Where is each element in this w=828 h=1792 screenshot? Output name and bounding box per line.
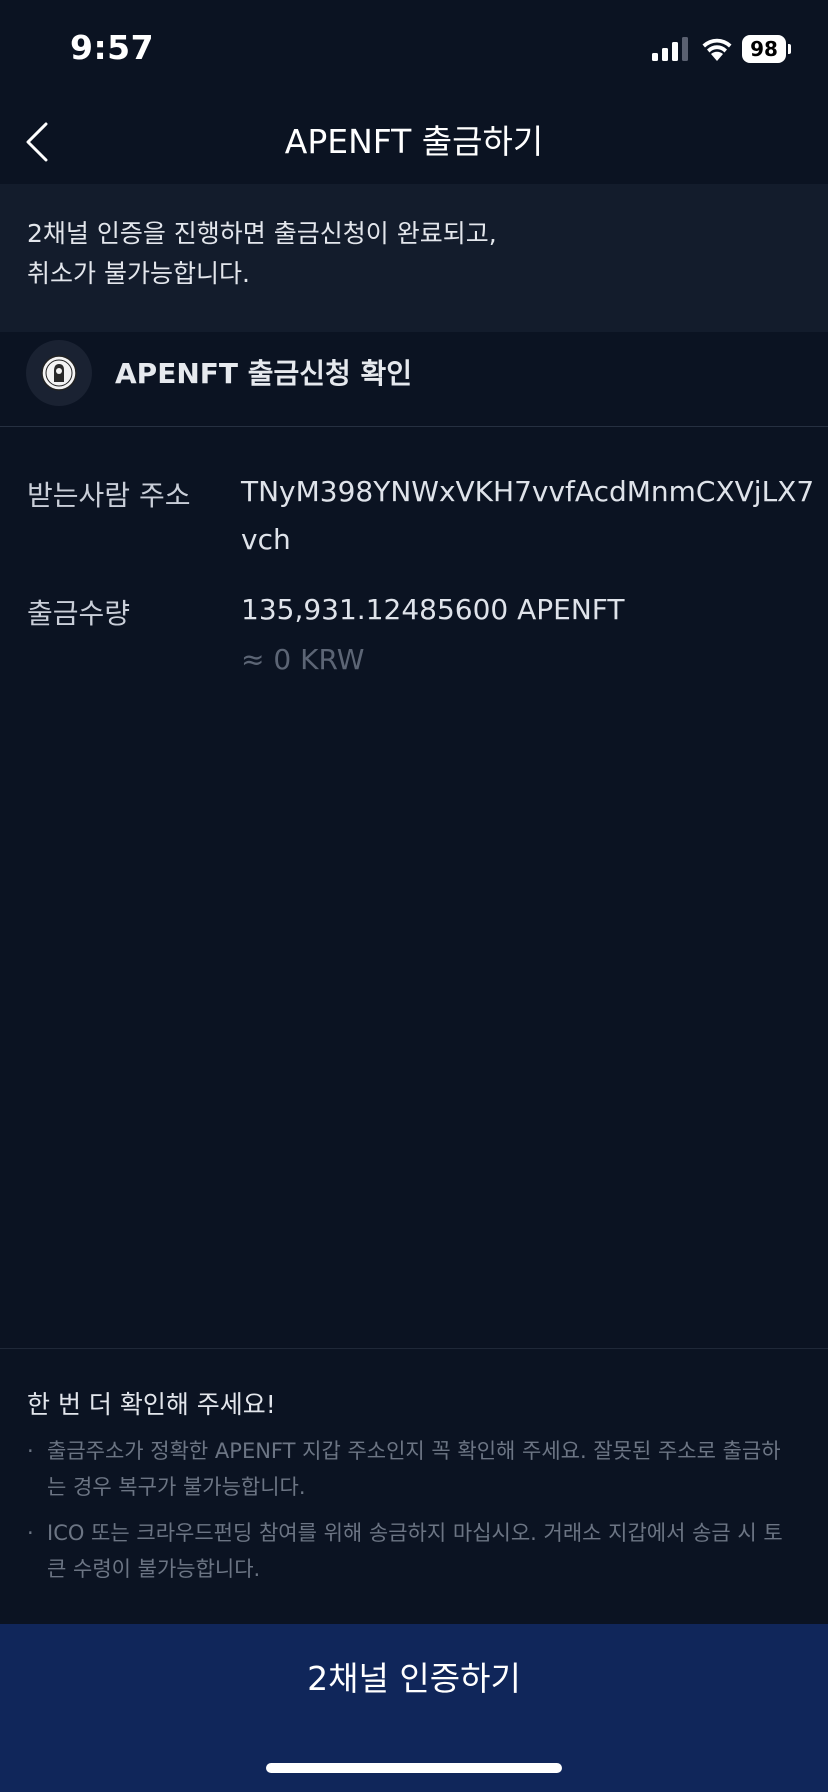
notice-text: 2채널 인증을 진행하면 출금신청이 완료되고, 취소가 불가능합니다. <box>27 219 497 288</box>
page-title: APENFT 출금하기 <box>284 122 544 161</box>
recipient-address: TNyM398YNWxVKH7vvfAcdMnmCXVjLX7vch <box>241 475 815 556</box>
status-time: 9:57 <box>70 28 155 67</box>
chevron-left-icon <box>26 122 48 162</box>
wifi-icon <box>702 38 732 61</box>
bullet: · <box>27 1521 34 1545</box>
warning-item: · ICO 또는 크라우드펀딩 참여를 위해 송금하지 마십시오. 거래소 지갑… <box>27 1515 797 1587</box>
status-bar: 9:57 98 <box>0 0 828 100</box>
amount-krw: ≈ 0 KRW <box>241 643 365 676</box>
back-button[interactable] <box>12 112 72 172</box>
signal-icon <box>652 37 688 61</box>
bullet: · <box>27 1439 34 1463</box>
warning-item: · 출금주소가 정확한 APENFT 지갑 주소인지 꼭 확인해 주세요. 잘못… <box>27 1433 797 1505</box>
two-channel-auth-label: 2채널 인증하기 <box>307 1659 521 1698</box>
warning-item-text: ICO 또는 크라우드펀딩 참여를 위해 송금하지 마십시오. 거래소 지갑에서… <box>47 1521 783 1581</box>
warning-title: 한 번 더 확인해 주세요! <box>27 1390 276 1419</box>
apenft-logo-icon <box>26 340 92 406</box>
confirm-header: APENFT 출금신청 확인 <box>0 332 828 427</box>
warning-section: 한 번 더 확인해 주세요! · 출금주소가 정확한 APENFT 지갑 주소인… <box>0 1348 828 1624</box>
notice-banner: 2채널 인증을 진행하면 출금신청이 완료되고, 취소가 불가능합니다. <box>0 184 828 332</box>
recipient-label: 받는사람 주소 <box>27 479 191 512</box>
amount-value: 135,931.12485600 APENFT <box>241 593 625 626</box>
home-indicator[interactable] <box>266 1763 562 1773</box>
withdraw-confirm-screen: 9:57 98 APENFT 출금하기 2채널 인증을 진행하면 출금신청이 완 <box>0 0 828 1792</box>
amount-label: 출금수량 <box>27 597 131 630</box>
battery-icon: 98 <box>742 35 791 63</box>
nav-bar: APENFT 출금하기 <box>0 100 828 184</box>
confirm-title: APENFT 출금신청 확인 <box>115 357 413 390</box>
warning-item-text: 출금주소가 정확한 APENFT 지갑 주소인지 꼭 확인해 주세요. 잘못된 … <box>47 1439 781 1499</box>
battery-level: 98 <box>750 37 778 61</box>
